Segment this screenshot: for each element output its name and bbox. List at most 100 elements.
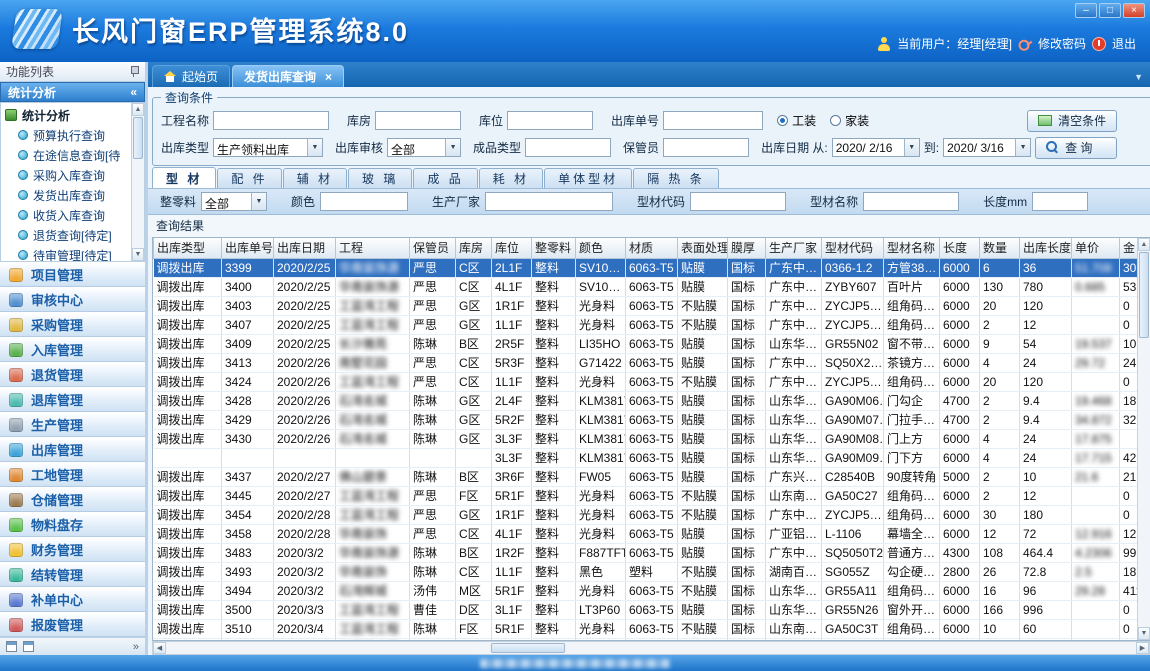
warehouse-input[interactable] [375,111,461,130]
tab-home[interactable]: 起始页 [152,65,230,87]
table-row[interactable]: 调拨出库34832020/3/2华南装饰源陈琳B区1R2F整料F887TFT60… [154,543,1150,562]
tree-item[interactable]: 收货入库查询 [5,205,130,225]
clear-conditions-button[interactable]: 清空条件 [1027,110,1117,132]
column-header[interactable]: 长度 [940,238,980,258]
column-header[interactable]: 出库类型 [154,238,222,258]
expand-icon[interactable]: » [133,641,139,653]
column-header[interactable]: 生产厂家 [766,238,822,258]
table-row[interactable]: 调拨出库34942020/3/2石湾辉城汤伟M区5R1F整料光身料6063-T5… [154,581,1150,600]
project-name-input[interactable] [213,111,329,130]
table-row[interactable]: 调拨出库34302020/2/26石湾名城陈琳G区3L3F整料KLM381760… [154,429,1150,448]
sidebar-accordion-item[interactable]: 入库管理 [0,337,145,362]
table-row[interactable]: 调拨出库34032020/2/25工蓝湾工程严思G区1R1F整料光身料6063-… [154,296,1150,315]
sidebar-accordion-item[interactable]: 生产管理 [0,412,145,437]
scroll-up-icon[interactable]: ▲ [1138,238,1150,251]
table-row[interactable]: 调拨出库34372020/2/27佛山碧景陈琳B区3R6F整料FW056063-… [154,467,1150,486]
tree-scrollbar[interactable]: ▲ ▼ [131,103,144,261]
table-row[interactable]: 调拨出库34242020/2/26工蓝湾工程严思C区1L1F整料光身料6063-… [154,372,1150,391]
collapse-icon[interactable]: « [130,85,137,99]
tree-scrollbar-thumb[interactable] [133,117,143,159]
column-header[interactable]: 出库日期 [274,238,336,258]
table-row[interactable]: 调拨出库34072020/2/25工蓝湾工程严思G区1L1F整料光身料6063-… [154,315,1150,334]
maker-input[interactable] [485,192,613,211]
sidebar-accordion-item[interactable]: 退货管理 [0,362,145,387]
sidebar-accordion-item[interactable]: 审核中心 [0,287,145,312]
tree-root-item[interactable]: 统计分析 [5,105,130,125]
out-type-combo[interactable]: 生产领料出库 ▼ [213,138,323,157]
product-type-input[interactable] [525,138,611,157]
tree-item[interactable]: 采购入库查询 [5,165,130,185]
grid-hscrollbar-thumb[interactable] [491,643,565,653]
sidebar-accordion-item[interactable]: 仓储管理 [0,487,145,512]
sidebar-accordion-item[interactable]: 报废管理 [0,612,145,637]
profile-code-input[interactable] [690,192,786,211]
table-row[interactable]: 调拨出库34092020/2/25长沙雅苑陈琳B区2R5F整料LI35HO606… [154,334,1150,353]
material-tab[interactable]: 配 件 [217,168,281,188]
column-header[interactable]: 出库长度 [1020,238,1072,258]
sidebar-accordion-item[interactable]: 结转管理 [0,562,145,587]
column-header[interactable]: 库位 [492,238,532,258]
keeper-input[interactable] [663,138,749,157]
date-from-picker[interactable]: 2020/ 2/16 ▼ [832,138,920,157]
sidebar-accordion-item[interactable]: 采购管理 [0,312,145,337]
sidebar-accordion-item[interactable]: 退库管理 [0,387,145,412]
length-input[interactable] [1032,192,1088,211]
material-tab[interactable]: 单体型材 [544,168,632,188]
column-header[interactable]: 型材代码 [822,238,884,258]
radio-industrial[interactable]: 工装 [777,112,816,129]
table-row[interactable]: 调拨出库33992020/2/25华南装饰源严思C区2L1F整料SV10…606… [154,258,1150,277]
tree-item[interactable]: 发货出库查询 [5,185,130,205]
chevron-down-icon[interactable]: ▼ [251,193,266,210]
minimize-button[interactable]: – [1075,3,1097,18]
column-header[interactable]: 材质 [626,238,678,258]
scroll-up-icon[interactable]: ▲ [132,103,144,116]
sidebar-accordion-item[interactable]: 物料盘存 [0,512,145,537]
column-header[interactable]: 保管员 [410,238,456,258]
profile-name-input[interactable] [863,192,959,211]
table-row[interactable]: 调拨出库34292020/2/26石湾名城陈琳G区5R2F整料KLM381760… [154,410,1150,429]
sidebar-group-header[interactable]: 统计分析 « [0,82,145,102]
column-header[interactable]: 表面处理 [678,238,728,258]
sidebar-accordion-item[interactable]: 出库管理 [0,437,145,462]
column-header[interactable]: 颜色 [576,238,626,258]
table-row[interactable]: 调拨出库34132020/2/26南墅花园严思C区5R3F整料G71422606… [154,353,1150,372]
location-input[interactable] [507,111,593,130]
maximize-button[interactable]: □ [1099,3,1121,18]
table-row[interactable]: 调拨出库34542020/2/28工蓝湾工程严思G区1R1F整料光身料6063-… [154,505,1150,524]
order-no-input[interactable] [663,111,763,130]
scroll-down-icon[interactable]: ▼ [132,248,144,261]
material-tab[interactable]: 隔 热 条 [633,168,719,188]
column-header[interactable]: 单价 [1072,238,1120,258]
table-row[interactable]: 调拨出库34452020/2/27工蓝湾工程严思F区5R1F整料光身料6063-… [154,486,1150,505]
tab-overflow-icon[interactable]: ▼ [1134,72,1143,82]
close-button[interactable]: × [1123,3,1145,18]
tab-close-icon[interactable]: × [325,70,332,84]
sidebar-accordion-item[interactable]: 补单中心 [0,587,145,612]
table-row[interactable]: 调拨出库34282020/2/26石湾名城陈琳G区2L4F整料KLM381760… [154,391,1150,410]
tree-item[interactable]: 退货查询[待定] [5,225,130,245]
sidebar-accordion-item[interactable]: 项目管理 [0,262,145,287]
date-to-picker[interactable]: 2020/ 3/16 ▼ [943,138,1031,157]
sidebar-accordion-item[interactable]: 财务管理 [0,537,145,562]
dock-window-icon[interactable] [6,641,17,652]
chevron-down-icon[interactable]: ▼ [307,139,322,156]
grid-vscrollbar[interactable]: ▲ ▼ [1137,238,1150,640]
grid-vscrollbar-thumb[interactable] [1139,252,1149,338]
scroll-left-icon[interactable]: ◀ [153,642,166,654]
sidebar-accordion-item[interactable]: 工地管理 [0,462,145,487]
tree-item[interactable]: 预算执行查询 [5,125,130,145]
grid-hscrollbar[interactable]: ◀ ▶ [152,641,1150,655]
tree-item[interactable]: 在途信息查询[待 [5,145,130,165]
material-tab[interactable]: 耗 材 [479,168,543,188]
column-header[interactable]: 数量 [980,238,1020,258]
material-tab[interactable]: 成 品 [413,168,477,188]
column-header[interactable]: 库房 [456,238,492,258]
radio-home-decoration[interactable]: 家装 [830,112,869,129]
table-row[interactable]: 3L3F整料KLM38176063-T5贴膜国标山东华…GA90M09…门下方6… [154,448,1150,467]
scroll-right-icon[interactable]: ▶ [1136,642,1149,654]
scroll-down-icon[interactable]: ▼ [1138,627,1150,640]
tree-item[interactable]: 待审管理[待定] [5,245,130,262]
chevron-down-icon[interactable]: ▼ [904,139,919,156]
column-header[interactable]: 膜厚 [728,238,766,258]
change-password-link[interactable]: 修改密码 [1038,35,1086,52]
